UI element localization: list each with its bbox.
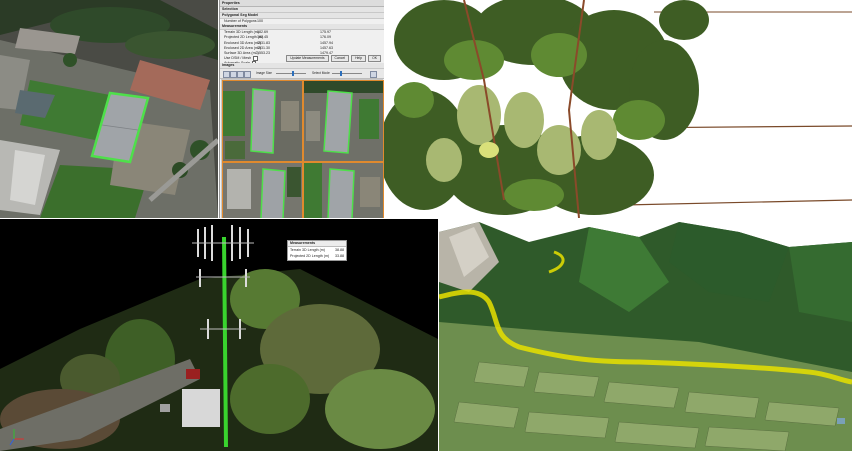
select-mode-label: Select Mode	[312, 70, 330, 75]
image-size-label: Image Size	[256, 70, 272, 75]
zoom-out-icon[interactable]	[230, 71, 237, 78]
campus-pointcloud-view[interactable]	[0, 0, 218, 218]
grapevine-pointcloud-view[interactable]	[384, 0, 852, 218]
setting-label: Number of Polygons	[224, 19, 257, 23]
image-size-slider[interactable]	[276, 73, 306, 74]
settings-icon[interactable]	[370, 71, 377, 78]
image-thumbnail[interactable]	[303, 162, 384, 218]
grid-view-icon[interactable]	[244, 71, 251, 78]
panel-title: Properties	[220, 0, 384, 7]
slider-thumb[interactable]	[340, 71, 342, 76]
ok-button[interactable]: OK	[368, 55, 381, 62]
checkbox[interactable]	[253, 56, 258, 61]
help-button[interactable]: Help	[351, 55, 367, 62]
cancel-button[interactable]: Cancel	[330, 55, 350, 62]
zoom-in-icon[interactable]	[223, 71, 230, 78]
cell-tower-pointcloud-view[interactable]	[0, 219, 438, 451]
button-row: Update Measurements Cancel Help OK	[286, 55, 381, 62]
slider-thumb[interactable]	[292, 71, 294, 76]
image-thumbnail[interactable]	[222, 162, 303, 218]
properties-panel: Properties Selection Polygonal Seg Model…	[219, 0, 384, 218]
measurement-row: Projected 2D Length (m) 33.88	[290, 254, 344, 258]
fit-view-icon[interactable]	[237, 71, 244, 78]
setting-value[interactable]: 100	[257, 19, 263, 24]
setting-row[interactable]: Number of Polygons 100	[220, 19, 384, 24]
update-measurements-button[interactable]: Update Measurements	[286, 55, 329, 62]
valley-mesh-view[interactable]	[439, 222, 852, 451]
image-thumbnail[interactable]	[303, 80, 384, 162]
images-toolbar: Image Size Select Mode	[220, 69, 384, 79]
mode-slider[interactable]	[332, 73, 362, 74]
measurements-popup: Measurements Terrain 3D Length (m) 38.88 …	[287, 240, 347, 261]
tower-mast[interactable]	[222, 236, 228, 448]
image-thumbnail[interactable]	[222, 80, 303, 162]
image-gallery	[221, 79, 384, 218]
